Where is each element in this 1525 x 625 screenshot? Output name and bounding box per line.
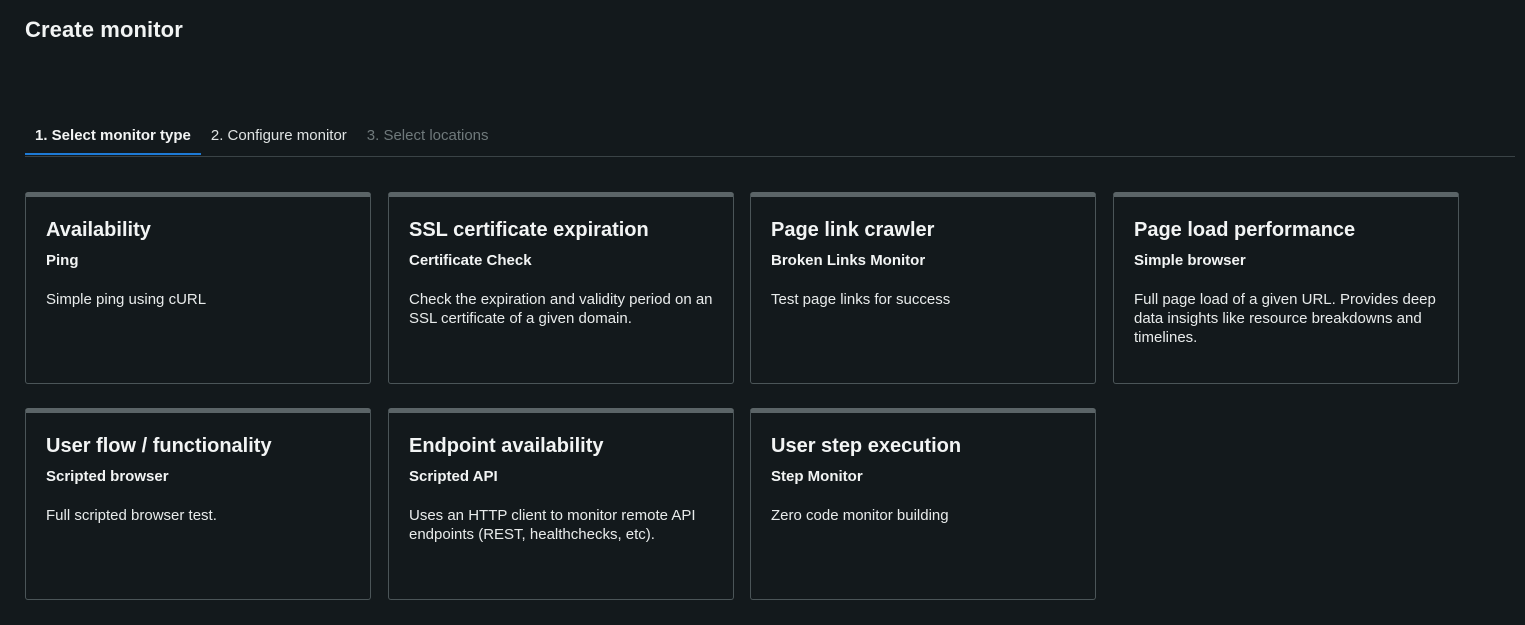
card-title: Endpoint availability	[409, 435, 604, 457]
card-description: Test page links for success	[771, 291, 951, 308]
wizard-steps: 1. Select monitor type 2. Configure moni…	[25, 118, 1515, 157]
card-description: Zero code monitor building	[771, 507, 949, 524]
monitor-card-page-load-performance[interactable]: Page load performance Simple browser Ful…	[1113, 192, 1459, 384]
monitor-card-ssl-certificate[interactable]: SSL certificate expiration Certificate C…	[388, 192, 734, 384]
card-subtitle: Simple browser	[1134, 252, 1246, 269]
card-description: Check the expiration and validity period…	[409, 291, 713, 327]
card-subtitle: Step Monitor	[771, 468, 863, 485]
card-description: Uses an HTTP client to monitor remote AP…	[409, 507, 696, 543]
step-select-monitor-type[interactable]: 1. Select monitor type	[25, 118, 201, 155]
monitor-card-user-flow[interactable]: User flow / functionality Scripted brows…	[25, 408, 371, 600]
card-title: SSL certificate expiration	[409, 219, 649, 241]
monitor-card-user-step-execution[interactable]: User step execution Step Monitor Zero co…	[750, 408, 1096, 600]
card-description: Full page load of a given URL. Provides …	[1134, 291, 1436, 346]
card-title: User flow / functionality	[46, 435, 272, 457]
card-description: Full scripted browser test.	[46, 507, 217, 524]
card-subtitle: Certificate Check	[409, 252, 532, 269]
page-title: Create monitor	[25, 17, 183, 42]
card-title: User step execution	[771, 435, 962, 457]
card-title: Page load performance	[1134, 219, 1356, 241]
monitor-card-availability[interactable]: Availability Ping Simple ping using cURL	[25, 192, 371, 384]
card-description: Simple ping using cURL	[46, 291, 207, 308]
monitor-card-endpoint-availability[interactable]: Endpoint availability Scripted API Uses …	[388, 408, 734, 600]
monitor-card-page-link-crawler[interactable]: Page link crawler Broken Links Monitor T…	[750, 192, 1096, 384]
step-select-locations: 3. Select locations	[366, 127, 489, 144]
card-subtitle: Scripted API	[409, 468, 498, 485]
card-subtitle: Broken Links Monitor	[771, 252, 926, 269]
card-subtitle: Scripted browser	[46, 468, 169, 485]
step-configure-monitor[interactable]: 2. Configure monitor	[201, 118, 357, 155]
card-title: Availability	[46, 219, 151, 241]
card-subtitle: Ping	[46, 252, 79, 269]
card-title: Page link crawler	[771, 219, 935, 241]
